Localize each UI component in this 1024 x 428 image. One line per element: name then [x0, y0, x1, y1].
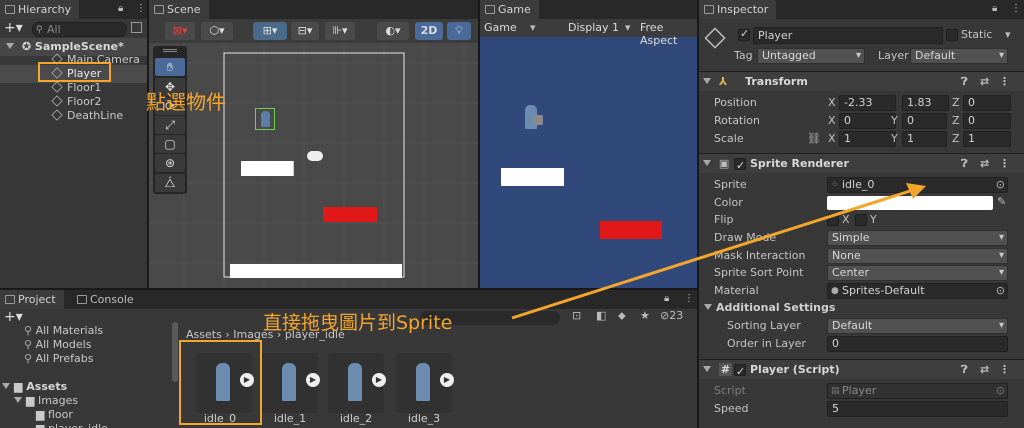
annotation-arrow: [511, 183, 926, 320]
